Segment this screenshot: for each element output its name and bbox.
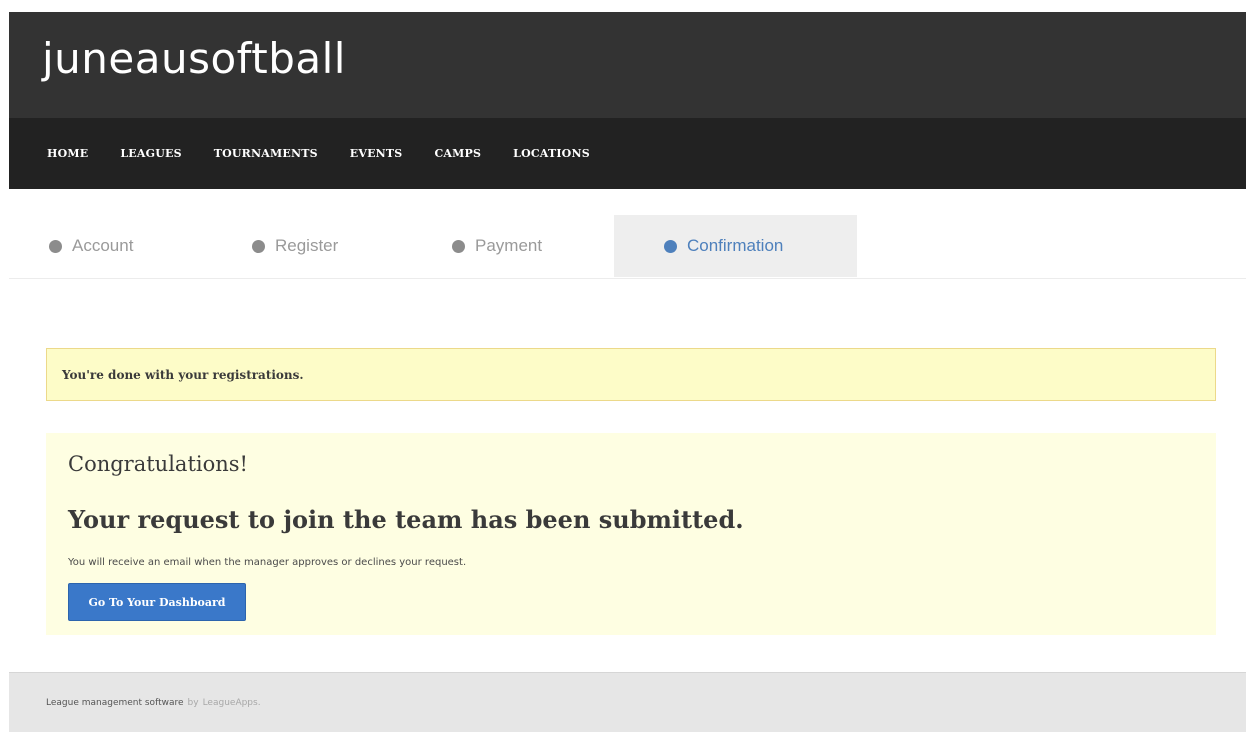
nav-item-locations[interactable]: LOCATIONS xyxy=(513,147,590,160)
site-title[interactable]: juneausoftball xyxy=(42,34,346,83)
main-nav: HOME LEAGUES TOURNAMENTS EVENTS CAMPS LO… xyxy=(9,118,1246,189)
footer-by: by xyxy=(187,697,199,708)
nav-item-home[interactable]: HOME xyxy=(47,147,88,160)
go-to-dashboard-button[interactable]: Go To Your Dashboard xyxy=(68,583,246,621)
step-dot-icon xyxy=(664,239,677,253)
nav-item-events[interactable]: EVENTS xyxy=(350,147,403,160)
step-account: Account xyxy=(49,215,133,277)
step-confirmation: Confirmation xyxy=(614,215,857,277)
confirmation-message: You will receive an email when the manag… xyxy=(68,557,467,568)
footer-text: League management software xyxy=(46,697,184,708)
step-payment: Payment xyxy=(452,215,542,277)
registration-steps: Account Register Payment Confirmation xyxy=(9,189,1246,279)
confirmation-title: Your request to join the team has been s… xyxy=(68,505,744,534)
nav-item-leagues[interactable]: LEAGUES xyxy=(120,147,181,160)
step-dot-icon xyxy=(49,239,62,253)
step-dot-icon xyxy=(252,239,265,253)
nav-item-camps[interactable]: CAMPS xyxy=(434,147,481,160)
page-frame: juneausoftball HOME LEAGUES TOURNAMENTS … xyxy=(9,12,1246,732)
confirmation-panel: Congratulations! Your request to join th… xyxy=(46,433,1216,635)
congratulations-heading: Congratulations! xyxy=(68,452,248,476)
registration-done-alert: You're done with your registrations. xyxy=(46,348,1216,401)
leagueapps-link[interactable]: LeagueApps. xyxy=(203,698,261,708)
step-label: Register xyxy=(275,236,339,255)
step-dot-icon xyxy=(452,239,465,253)
site-header: juneausoftball xyxy=(9,12,1246,118)
step-label: Confirmation xyxy=(687,236,784,255)
site-footer: League management software by LeagueApps… xyxy=(9,672,1246,732)
alert-text: You're done with your registrations. xyxy=(62,367,304,382)
step-register: Register xyxy=(252,215,338,277)
nav-item-tournaments[interactable]: TOURNAMENTS xyxy=(214,147,318,160)
step-label: Payment xyxy=(475,236,543,255)
step-label: Account xyxy=(72,236,134,255)
